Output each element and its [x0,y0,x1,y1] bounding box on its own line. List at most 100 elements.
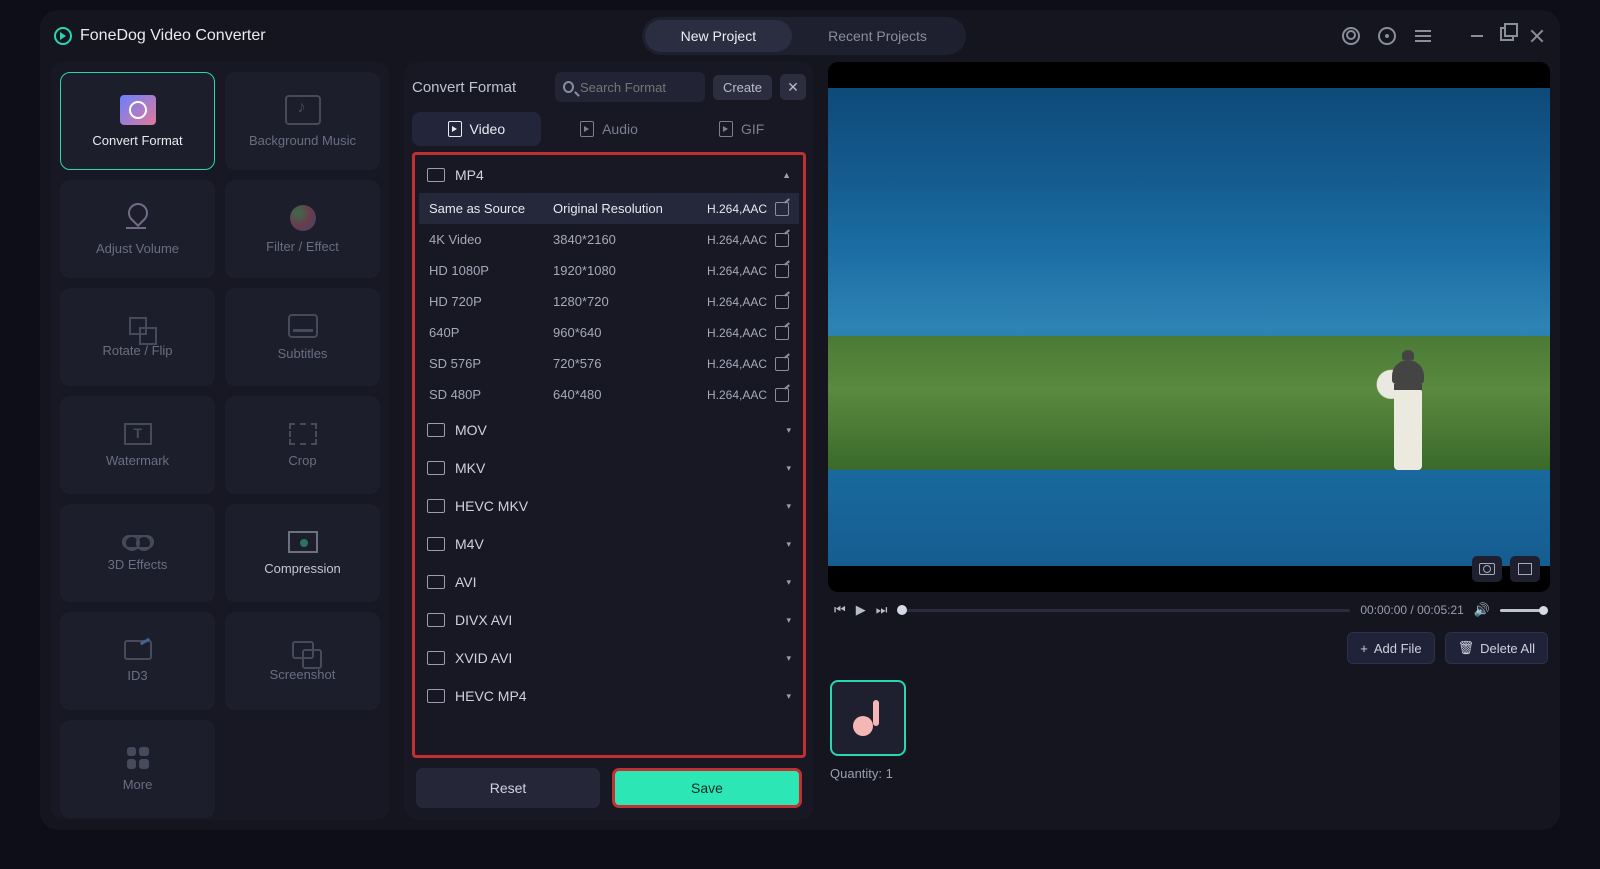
app-title: FoneDog Video Converter [80,27,266,45]
preview-content [1386,350,1430,470]
close-panel-button[interactable]: ✕ [780,74,806,100]
format-group-header[interactable]: MOV▾ [419,412,799,448]
fullscreen-button[interactable] [1510,556,1540,582]
format-group-mp4: MP4 ▲ Same as SourceOriginal ResolutionH… [419,157,799,410]
video-preview[interactable] [828,62,1550,592]
preset-name: HD 1080P [429,263,553,278]
format-preset-row[interactable]: 4K Video3840*2160H.264,AAC [419,224,799,255]
add-file-button[interactable]: + Add File [1347,632,1434,664]
window-minimize-icon[interactable] [1468,27,1486,45]
format-group-header[interactable]: MP4 ▲ [419,157,799,193]
menu-icon[interactable] [1414,27,1432,45]
tool-label: 3D Effects [108,557,168,572]
format-tab-audio[interactable]: Audio [545,112,674,146]
compression-icon [288,531,318,553]
tool-adjust-volume[interactable]: Adjust Volume [60,180,215,278]
more-icon [127,747,149,769]
volume-icon[interactable]: 🔊 [1474,602,1490,618]
tool-convert-format[interactable]: Convert Format [60,72,215,170]
crop-icon [289,423,317,445]
tool-filter-effect[interactable]: Filter / Effect [225,180,380,278]
reset-button[interactable]: Reset [416,768,600,808]
quantity-label: Quantity: 1 [830,766,1548,781]
tool-label: Watermark [106,453,169,468]
tool-more[interactable]: More [60,720,215,818]
tool-label: Adjust Volume [96,241,179,256]
format-tab-label: GIF [741,121,764,137]
save-button[interactable]: Save [612,768,802,808]
settings-icon[interactable] [1378,27,1396,45]
tool-background-music[interactable]: Background Music [225,72,380,170]
next-button[interactable]: ⏭ [876,602,888,618]
time-display: 00:00:00 / 00:05:21 [1360,603,1463,617]
format-preset-row[interactable]: 640P960*640H.264,AAC [419,317,799,348]
watermark-icon [124,423,152,445]
format-group-name: MKV [455,460,485,476]
format-group-header[interactable]: HEVC MKV▾ [419,488,799,524]
window-maximize-icon[interactable] [1500,27,1514,41]
tool-compression[interactable]: Compression [225,504,380,602]
format-tab-gif[interactable]: GIF [677,112,806,146]
format-group-name: HEVC MKV [455,498,528,514]
account-icon[interactable] [1342,27,1360,45]
tab-new-project[interactable]: New Project [645,20,792,52]
tool-grid: Convert Format Background Music Adjust V… [50,62,390,820]
tool-3d-effects[interactable]: 3D Effects [60,504,215,602]
search-format-input[interactable] [580,80,697,95]
tool-crop[interactable]: Crop [225,396,380,494]
format-group-header[interactable]: DIVX AVI▾ [419,602,799,638]
format-tab-video[interactable]: Video [412,112,541,146]
edit-preset-icon[interactable] [775,295,789,309]
caret-up-icon: ▲ [782,170,791,180]
prev-button[interactable]: ⏮ [834,602,846,618]
tool-rotate-flip[interactable]: Rotate / Flip [60,288,215,386]
tab-recent-projects[interactable]: Recent Projects [792,20,963,52]
volume-slider[interactable] [1500,609,1544,612]
edit-preset-icon[interactable] [775,233,789,247]
edit-preset-icon[interactable] [775,388,789,402]
seek-bar[interactable] [897,609,1350,612]
file-thumbnails: Quantity: 1 [828,676,1550,785]
format-group: AVI▾ [419,564,799,600]
format-group-header[interactable]: M4V▾ [419,526,799,562]
play-button[interactable]: ▶ [856,602,866,618]
snapshot-button[interactable] [1472,556,1502,582]
edit-preset-icon[interactable] [775,202,789,216]
format-icon [427,613,445,627]
id3-icon [124,640,152,660]
format-group-header[interactable]: HEVC MP4▾ [419,678,799,714]
format-group-header[interactable]: XVID AVI▾ [419,640,799,676]
3d-effects-icon [122,535,154,549]
format-preset-row[interactable]: HD 720P1280*720H.264,AAC [419,286,799,317]
music-note-icon [853,700,883,736]
tool-watermark[interactable]: Watermark [60,396,215,494]
format-panel: Convert Format Create ✕ Video Audio [404,62,814,820]
format-preset-row[interactable]: HD 1080P1920*1080H.264,AAC [419,255,799,286]
edit-preset-icon[interactable] [775,326,789,340]
format-group-header[interactable]: AVI▾ [419,564,799,600]
format-group-header[interactable]: MKV▾ [419,450,799,486]
delete-all-label: Delete All [1480,641,1535,656]
format-group-name: MOV [455,422,487,438]
delete-all-button[interactable]: 🗑 Delete All [1445,632,1548,664]
window-close-icon[interactable] [1528,27,1546,45]
format-tab-label: Video [470,121,506,137]
background-music-icon [285,95,321,125]
create-format-button[interactable]: Create [713,75,772,100]
search-format-field[interactable] [555,72,705,102]
format-preset-row[interactable]: Same as SourceOriginal ResolutionH.264,A… [419,193,799,224]
format-group-name: M4V [455,536,484,552]
convert-format-icon [120,95,156,125]
edit-preset-icon[interactable] [775,357,789,371]
tool-screenshot[interactable]: Screenshot [225,612,380,710]
edit-preset-icon[interactable] [775,264,789,278]
tool-subtitles[interactable]: Subtitles [225,288,380,386]
file-thumbnail[interactable] [830,680,906,756]
app-logo-title: FoneDog Video Converter [54,27,266,45]
filter-effect-icon [290,205,316,231]
format-preset-row[interactable]: SD 576P720*576H.264,AAC [419,348,799,379]
preset-name: SD 576P [429,356,553,371]
tool-id3[interactable]: ID3 [60,612,215,710]
format-preset-row[interactable]: SD 480P640*480H.264,AAC [419,379,799,410]
format-tab-label: Audio [602,121,638,137]
